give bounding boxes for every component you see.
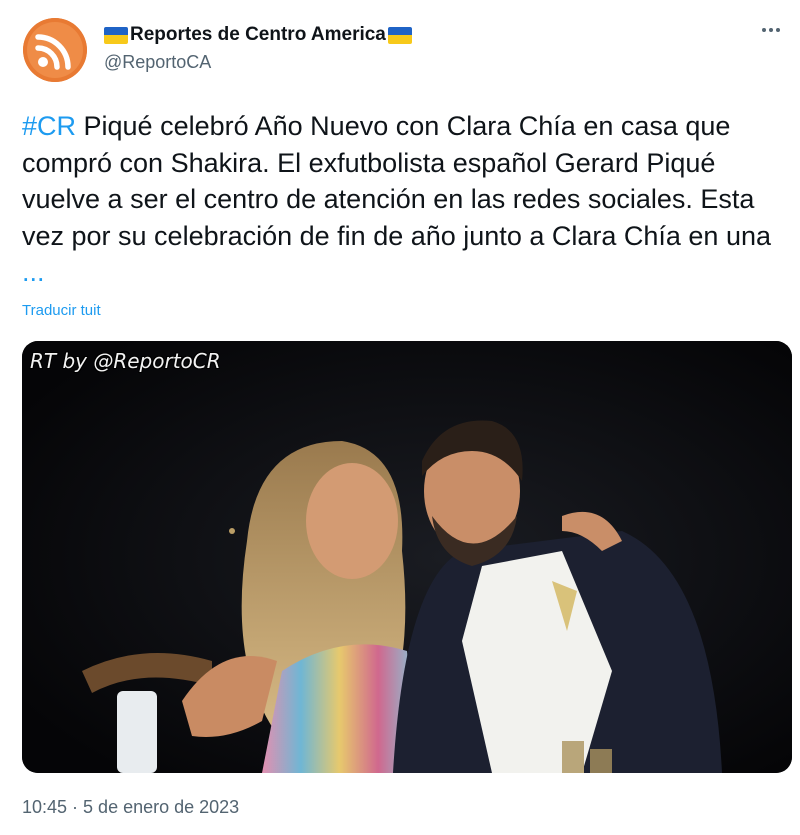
tweet-timestamp[interactable]: 10:45 · 5 de enero de 2023 [22,797,239,818]
ukraine-flag-icon [387,26,412,44]
tweet-body: Piqué celebró Año Nuevo con Clara Chía e… [22,111,771,251]
photo-image [22,341,792,773]
tweet-text: #CR Piqué celebró Año Nuevo con Clara Ch… [22,108,787,291]
show-more-link[interactable]: ... [22,257,45,287]
ukraine-flag-icon [104,26,128,44]
tweet-photo[interactable]: RT by @ReportoCR [22,341,792,773]
tweet-card: Reportes de Centro America @ReportoCA #C… [0,0,800,835]
display-name-row[interactable]: Reportes de Centro America [104,24,412,46]
more-options-icon[interactable] [756,22,786,38]
display-name[interactable]: Reportes de Centro America [130,24,386,46]
photo-watermark: RT by @ReportoCR [30,349,221,373]
translate-tweet-link[interactable]: Traducir tuit [22,302,101,319]
user-handle[interactable]: @ReportoCA [104,52,211,73]
hashtag-link[interactable]: #CR [22,111,76,141]
rss-feed-icon[interactable] [23,18,87,82]
